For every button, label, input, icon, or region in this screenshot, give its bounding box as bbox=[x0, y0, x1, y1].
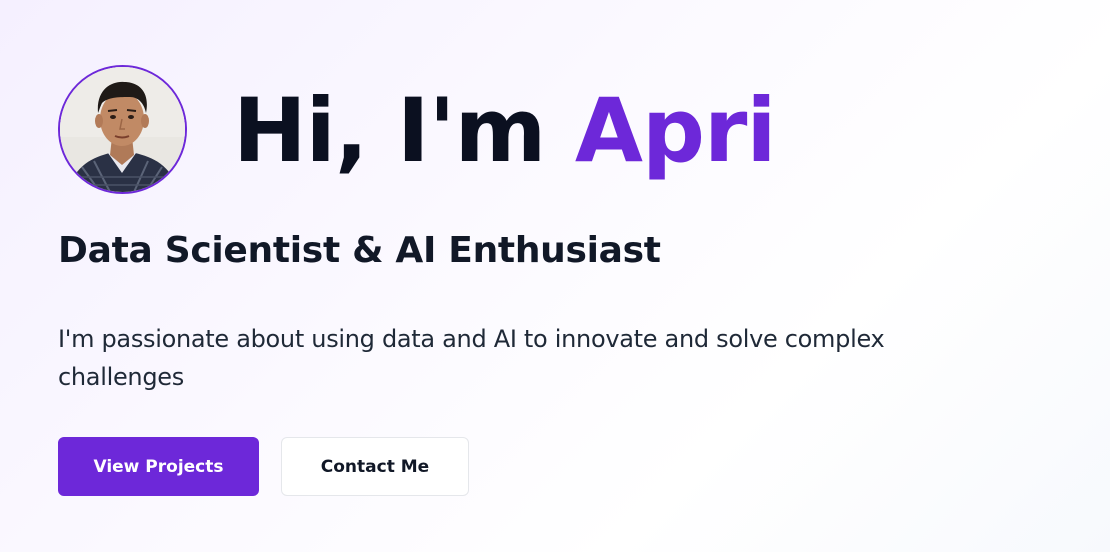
page-title: Hi, I'm Apri bbox=[233, 87, 777, 175]
role-subtitle: Data Scientist & AI Enthusiast bbox=[58, 230, 661, 271]
intro-description: I'm passionate about using data and AI t… bbox=[58, 325, 885, 391]
hero-actions: View Projects Contact Me bbox=[58, 437, 469, 496]
profile-photo-icon bbox=[60, 66, 185, 192]
headline-row: Hi, I'm Apri bbox=[58, 64, 777, 194]
greeting-text: Hi, I'm bbox=[233, 79, 575, 182]
view-projects-button[interactable]: View Projects bbox=[58, 437, 259, 496]
name-highlight: Apri bbox=[574, 79, 777, 182]
hero-section: Hi, I'm Apri Data Scientist & AI Enthusi… bbox=[58, 0, 1058, 552]
profile-avatar bbox=[58, 64, 187, 194]
contact-me-button[interactable]: Contact Me bbox=[281, 437, 469, 496]
